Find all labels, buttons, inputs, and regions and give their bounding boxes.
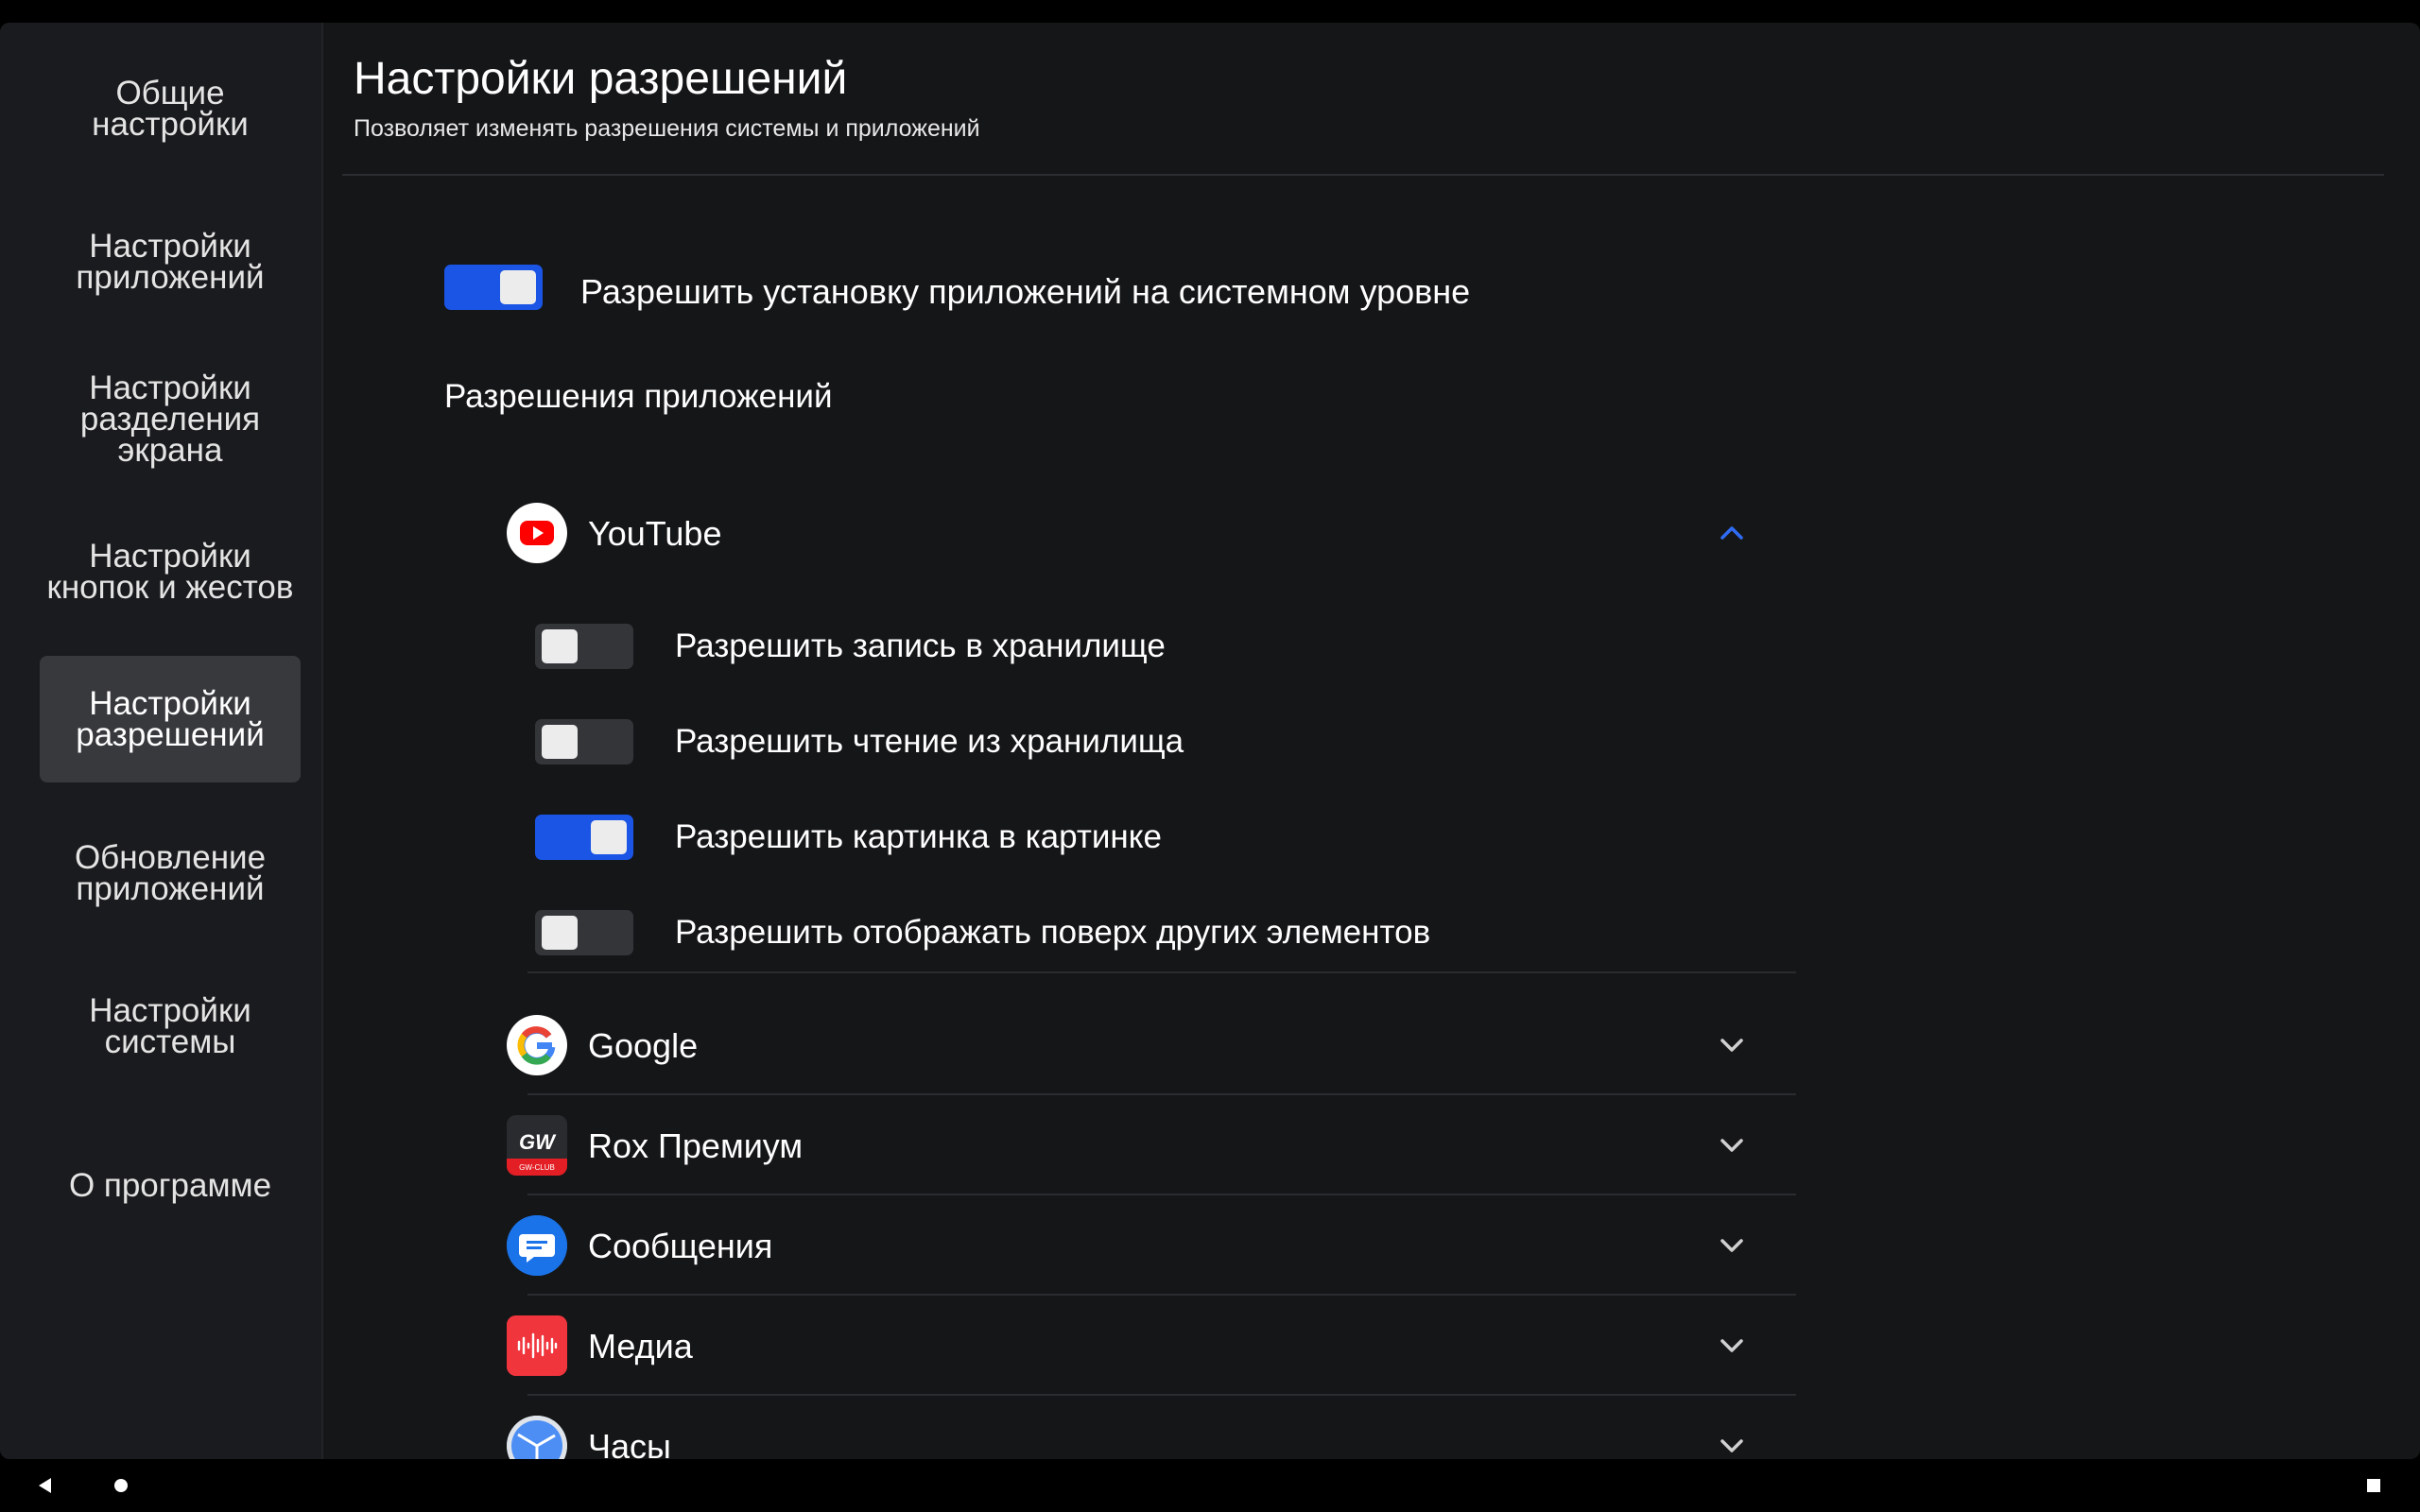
app-name: YouTube [588, 514, 722, 553]
app-name: Сообщения [588, 1227, 773, 1265]
sidebar-item-permissions[interactable]: Настройки разрешений [40, 656, 301, 782]
app-name: Медиа [588, 1327, 693, 1366]
chevron-down-icon[interactable] [1717, 1431, 1747, 1459]
toggle-knob [542, 629, 578, 663]
recents-icon[interactable] [2347, 1459, 2400, 1512]
system-install-toggle[interactable] [444, 265, 543, 310]
app-row-clock[interactable]: Часы [507, 1399, 1804, 1459]
sidebar-item-app-updates[interactable]: Обновление приложений [40, 834, 301, 912]
sidebar-item-apps[interactable]: Настройки приложений [40, 223, 301, 301]
toggle-knob [542, 916, 578, 950]
system-nav-bar [0, 1459, 2420, 1512]
permission-label: Разрешить запись в хранилище [675, 627, 1166, 664]
sidebar-item-buttons-gestures[interactable]: Настройки кнопок и жестов [40, 518, 301, 626]
divider [527, 971, 1796, 973]
svg-text:GW-CLUB: GW-CLUB [519, 1163, 555, 1172]
chevron-down-icon[interactable] [1717, 1230, 1747, 1261]
page-subtitle: Позволяет изменять разрешения системы и … [354, 115, 980, 142]
media-icon [507, 1315, 567, 1376]
permission-toggle[interactable] [535, 815, 633, 860]
page-title: Настройки разрешений [354, 54, 848, 104]
messages-icon [507, 1215, 567, 1276]
app-row-rox-premium[interactable]: GW GW-CLUB Rox Премиум [507, 1098, 1804, 1193]
app-name: Google [588, 1026, 699, 1065]
back-icon[interactable] [19, 1459, 72, 1512]
toggle-knob [591, 820, 627, 854]
permission-label: Разрешить картинка в картинке [675, 818, 1162, 855]
app-name: Rox Премиум [588, 1126, 804, 1165]
gw-club-icon: GW GW-CLUB [507, 1115, 567, 1176]
app-row-media[interactable]: Медиа [507, 1298, 1804, 1393]
youtube-icon [507, 503, 567, 563]
header-divider [342, 174, 2384, 176]
system-install-label: Разрешить установку приложений на систем… [580, 272, 1471, 311]
divider [527, 1394, 1796, 1396]
toggle-knob [500, 270, 536, 304]
toggle-knob [542, 725, 578, 759]
chevron-up-icon[interactable] [1717, 518, 1747, 548]
home-icon[interactable] [95, 1459, 147, 1512]
chevron-down-icon[interactable] [1717, 1331, 1747, 1361]
google-icon [507, 1015, 567, 1075]
sidebar-item-general[interactable]: Общие настройки [40, 70, 301, 147]
chevron-down-icon[interactable] [1717, 1030, 1747, 1060]
app-name: Часы [588, 1427, 671, 1459]
divider [527, 1194, 1796, 1195]
permission-toggle[interactable] [535, 910, 633, 955]
permission-row-read-storage[interactable]: Разрешить чтение из хранилища [535, 713, 1669, 770]
app-row-google[interactable]: Google [507, 998, 1804, 1092]
sidebar-item-about[interactable]: О программе [40, 1159, 301, 1211]
permission-label: Разрешить отображать поверх других элеме… [675, 914, 1431, 951]
app-permissions-heading: Разрешения приложений [444, 378, 833, 415]
permission-toggle[interactable] [535, 719, 633, 765]
divider [527, 1294, 1796, 1296]
permission-row-pip[interactable]: Разрешить картинка в картинке [535, 809, 1669, 866]
svg-text:GW: GW [519, 1130, 557, 1154]
permission-toggle[interactable] [535, 624, 633, 669]
chevron-down-icon[interactable] [1717, 1130, 1747, 1160]
app-row-youtube[interactable]: YouTube [507, 486, 1804, 580]
permission-label: Разрешить чтение из хранилища [675, 723, 1184, 760]
divider [527, 1093, 1796, 1095]
sidebar-item-system[interactable]: Настройки системы [40, 988, 301, 1065]
permission-row-overlay[interactable]: Разрешить отображать поверх других элеме… [535, 904, 1669, 961]
clock-icon [507, 1416, 567, 1459]
app-row-messages[interactable]: Сообщения [507, 1198, 1804, 1293]
sidebar: Общие настройки Настройки приложений Нас… [0, 23, 323, 1459]
permission-row-write-storage[interactable]: Разрешить запись в хранилище [535, 618, 1669, 675]
sidebar-item-split-screen[interactable]: Настройки разделения экрана [40, 365, 301, 472]
settings-window: Общие настройки Настройки приложений Нас… [0, 23, 2420, 1459]
main-content: Настройки разрешений Позволяет изменять … [321, 23, 2420, 1459]
